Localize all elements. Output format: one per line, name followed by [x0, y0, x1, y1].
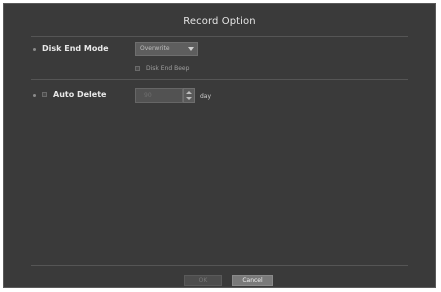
auto-delete-days-value: 90 — [144, 92, 152, 99]
bullet-icon — [33, 48, 36, 51]
title-divider — [31, 36, 408, 37]
auto-delete-checkbox[interactable] — [42, 92, 47, 97]
disk-end-mode-label: Disk End Mode — [42, 44, 109, 53]
dialog-title: Record Option — [183, 16, 256, 27]
cancel-button[interactable]: Cancel — [232, 275, 273, 286]
days-spinner[interactable] — [183, 88, 195, 103]
spin-down-icon[interactable] — [186, 97, 192, 100]
days-unit-label: day — [200, 93, 212, 100]
auto-delete-label: Auto Delete — [53, 90, 107, 99]
disk-end-mode-select[interactable]: Overwrite — [135, 42, 198, 56]
ok-button[interactable]: OK — [184, 275, 222, 286]
record-option-dialog: Record Option Disk End Mode Overwrite Di… — [3, 3, 436, 288]
footer-divider — [31, 265, 408, 266]
chevron-down-icon — [188, 47, 194, 51]
section-divider — [31, 79, 408, 80]
disk-end-beep-checkbox[interactable] — [135, 66, 140, 71]
disk-end-mode-value: Overwrite — [140, 45, 170, 52]
auto-delete-days-input[interactable]: 90 — [135, 88, 183, 103]
bullet-icon — [33, 94, 36, 97]
spin-up-icon[interactable] — [186, 91, 192, 94]
disk-end-beep-label: Disk End Beep — [146, 65, 190, 72]
